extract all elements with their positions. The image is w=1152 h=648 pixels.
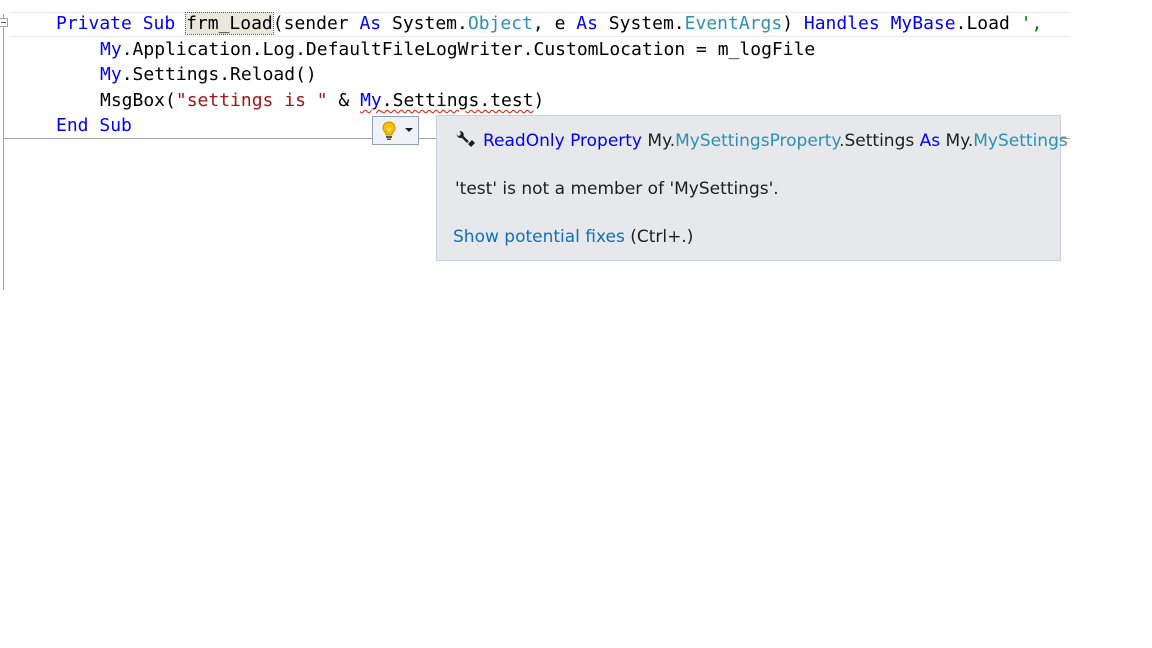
wrench-icon (456, 131, 475, 147)
type-object: Object (467, 13, 533, 34)
string-literal: "settings is " (175, 90, 328, 111)
code-token: System. (381, 13, 468, 34)
error-squiggle[interactable]: My.Settings.test (360, 90, 533, 111)
keyword-readonly: ReadOnly (483, 131, 565, 151)
type-mysettingsproperty: MySettingsProperty (675, 131, 840, 151)
keyword-as: As (576, 13, 598, 34)
code-token: (sender (272, 13, 360, 34)
error-message: 'test' is not a member of 'MySettings'. (455, 179, 779, 199)
code-token: ) (782, 13, 804, 34)
keyword-as: As (919, 131, 941, 151)
keyword-end: End (56, 115, 89, 136)
fix-shortcut: (Ctrl+.) (630, 227, 694, 247)
quick-info-signature: ReadOnly Property My.MySettingsProperty.… (455, 130, 1068, 151)
code-token: & (327, 90, 361, 111)
keyword-as: As (359, 13, 382, 34)
code-token: .Application.Log.DefaultFileLogWriter.Cu… (121, 39, 816, 60)
code-token: ) (533, 90, 545, 111)
code-token: .Settings.Reload() (121, 64, 317, 85)
code-line-3[interactable]: My.Settings.Reload() (100, 62, 317, 87)
keyword-my: My (100, 64, 122, 85)
quick-actions-button[interactable] (372, 116, 419, 145)
code-line-5[interactable]: End Sub (56, 113, 132, 138)
code-line-2[interactable]: My.Application.Log.DefaultFileLogWriter.… (100, 37, 815, 62)
collapse-minus-icon[interactable] (0, 18, 8, 27)
comment-text: ', (1020, 13, 1043, 34)
sig-token: .Settings (839, 131, 915, 151)
keyword-handles: Handles (803, 13, 880, 34)
show-potential-fixes-link[interactable]: Show potential fixes (453, 227, 625, 247)
method-name-highlight[interactable]: frm_Load (185, 12, 274, 35)
code-token: MsgBox( (100, 90, 176, 111)
quick-info-tooltip: ReadOnly Property My.MySettingsProperty.… (436, 115, 1068, 261)
type-mysettings: MySettings (973, 131, 1068, 151)
type-eventargs: EventArgs (684, 13, 783, 34)
chevron-down-icon (405, 128, 413, 132)
keyword-sub: Sub (99, 115, 132, 136)
keyword-sub: Sub (142, 13, 176, 34)
keyword-my: My (100, 39, 122, 60)
code-token: , e (532, 13, 577, 34)
code-token: .Settings.test (381, 90, 534, 111)
sig-token: My. (945, 131, 974, 151)
keyword-my: My (360, 90, 382, 111)
code-line-1[interactable]: Private Sub frm_Load(sender As System.Ob… (56, 11, 1042, 36)
code-token: .Load (955, 13, 1021, 34)
keyword-private: Private (56, 13, 132, 34)
keyword-mybase: MyBase (890, 13, 956, 34)
lightbulb-icon (382, 121, 396, 140)
potential-fixes-row: Show potential fixes (Ctrl+.) (453, 227, 693, 247)
sig-token: My. (647, 131, 676, 151)
outline-guide-line (3, 14, 4, 290)
code-token: System. (597, 13, 685, 34)
code-line-4[interactable]: MsgBox("settings is " & My.Settings.test… (100, 88, 544, 113)
keyword-property: Property (570, 131, 642, 151)
